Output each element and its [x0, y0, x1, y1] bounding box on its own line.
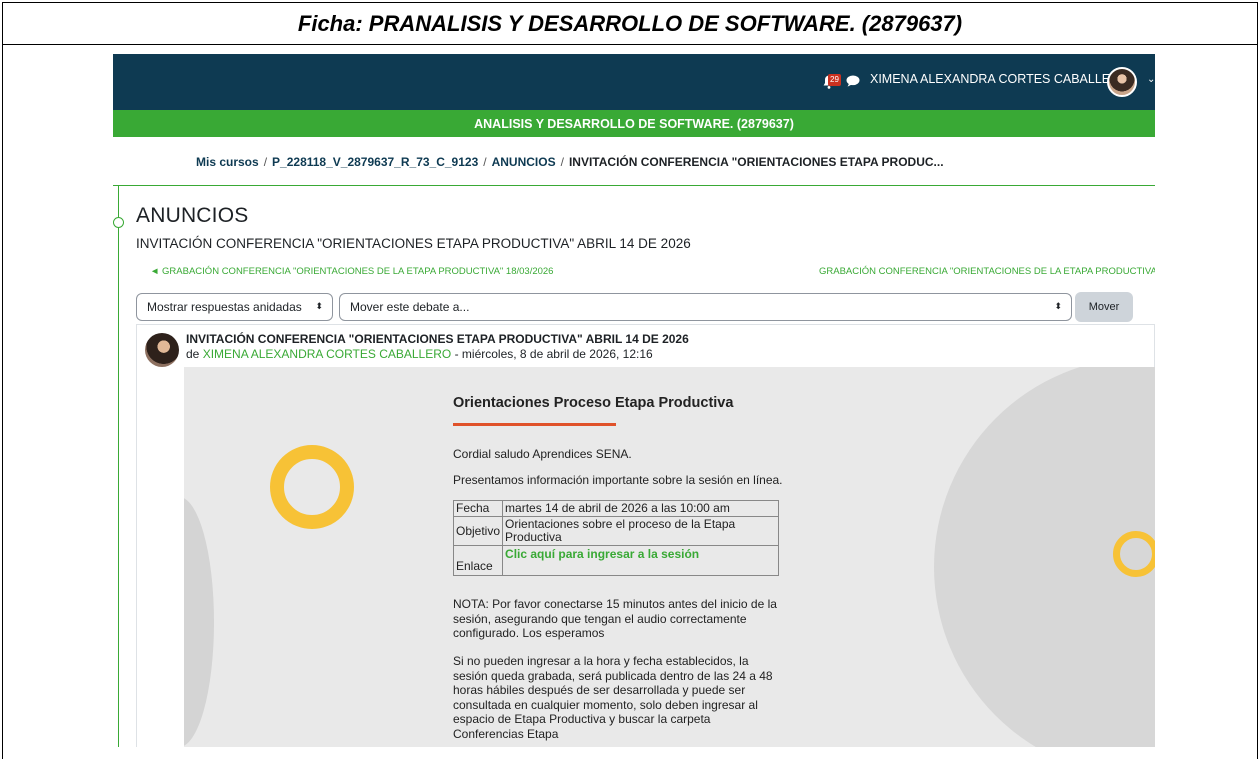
post-date: - miércoles, 8 de abril de 2026, 12:16: [454, 347, 653, 361]
breadcrumb-item-anuncios[interactable]: ANUNCIOS: [492, 155, 556, 169]
post-byline: de XIMENA ALEXANDRA CORTES CABALLERO - m…: [186, 347, 653, 361]
flyer-intro: Presentamos información importante sobre…: [453, 473, 783, 487]
table-row: Objetivo Orientaciones sobre el proceso …: [452, 516, 779, 546]
user-avatar[interactable]: [1107, 67, 1137, 97]
post-title: INVITACIÓN CONFERENCIA "ORIENTACIONES ET…: [186, 332, 689, 346]
decorative-ring: [270, 445, 354, 529]
content-divider: [113, 185, 1155, 186]
flyer-greeting: Cordial saludo Aprendices SENA.: [453, 447, 632, 461]
move-discussion-placeholder: Mover este debate a...: [350, 300, 470, 314]
session-join-link[interactable]: Clic aquí para ingresar a la sesión: [505, 547, 699, 561]
course-title[interactable]: ANALISIS Y DESARROLLO DE SOFTWARE. (2879…: [474, 117, 794, 131]
user-menu-chevron-down-icon[interactable]: ⌄: [1147, 74, 1155, 85]
objetivo-value: Orientaciones sobre el proceso de la Eta…: [502, 516, 779, 546]
table-row: Fecha martes 14 de abril de 2026 a las 1…: [452, 500, 779, 517]
user-menu-name[interactable]: XIMENA ALEXANDRA CORTES CABALLERO: [870, 72, 1129, 86]
display-mode-select[interactable]: Mostrar respuestas anidadas ⬍: [136, 293, 333, 321]
author-avatar[interactable]: [145, 333, 179, 367]
breadcrumb-item-mis-cursos[interactable]: Mis cursos: [196, 155, 259, 169]
breadcrumb-separator: /: [560, 155, 564, 169]
move-button[interactable]: Mover: [1075, 292, 1133, 322]
breadcrumb-separator: /: [263, 155, 268, 169]
flyer-recording-note: Si no pueden ingresar a la hora y fecha …: [453, 654, 773, 741]
fecha-label: Fecha: [452, 500, 504, 517]
decorative-circle: [184, 497, 214, 747]
objetivo-label: Objetivo: [452, 516, 504, 546]
previous-discussion-link[interactable]: ◄ GRABACIÓN CONFERENCIA "ORIENTACIONES D…: [150, 266, 553, 277]
lms-screenshot: 29 XIMENA ALEXANDRA CORTES CABALLERO ⌄ A…: [113, 54, 1155, 747]
content-timeline-line: [118, 185, 119, 747]
breadcrumb-item-current: INVITACIÓN CONFERENCIA "ORIENTACIONES ET…: [568, 155, 944, 169]
top-navbar: 29 XIMENA ALEXANDRA CORTES CABALLERO ⌄: [113, 54, 1155, 110]
post-author-link[interactable]: XIMENA ALEXANDRA CORTES CABALLERO: [203, 347, 452, 361]
next-discussion-link[interactable]: GRABACIÓN CONFERENCIA "ORIENTACIONES DE …: [819, 266, 1155, 277]
flyer-note: NOTA: Por favor conectarse 15 minutos an…: [453, 597, 777, 640]
content-timeline-dot: [113, 217, 124, 228]
select-arrows-icon: ⬍: [315, 301, 323, 311]
breadcrumb-separator: /: [483, 155, 487, 169]
fecha-value: martes 14 de abril de 2026 a las 10:00 a…: [502, 500, 779, 517]
enlace-cell: Clic aquí para ingresar a la sesión: [502, 545, 779, 576]
course-title-bar: ANALISIS Y DESARROLLO DE SOFTWARE. (2879…: [113, 110, 1155, 137]
flyer-accent-rule: [453, 423, 616, 426]
select-arrows-icon: ⬍: [1054, 301, 1062, 311]
discussion-title: INVITACIÓN CONFERENCIA "ORIENTACIONES ET…: [136, 236, 691, 251]
notification-count-badge: 29: [828, 74, 841, 86]
document-title-cell: Ficha: PRANALISIS Y DESARROLLO DE SOFTWA…: [3, 3, 1257, 45]
document-title: Ficha: PRANALISIS Y DESARROLLO DE SOFTWA…: [297, 10, 963, 36]
table-row: Enlace Clic aquí para ingresar a la sesi…: [452, 545, 779, 576]
forum-post: INVITACIÓN CONFERENCIA "ORIENTACIONES ET…: [136, 324, 1155, 747]
decorative-ring: [1113, 531, 1155, 577]
post-by-prefix: de: [186, 347, 200, 361]
move-discussion-select[interactable]: Mover este debate a... ⬍: [339, 293, 1072, 321]
session-info-table: Fecha martes 14 de abril de 2026 a las 1…: [452, 500, 779, 576]
page-title: ANUNCIOS: [136, 204, 249, 227]
display-mode-value: Mostrar respuestas anidadas: [147, 300, 302, 314]
breadcrumb: Mis cursos / P_228118_V_2879637_R_73_C_912…: [196, 155, 944, 169]
enlace-label: Enlace: [452, 545, 504, 576]
announcement-flyer-image: Orientaciones Proceso Etapa Productiva C…: [184, 367, 1155, 747]
flyer-heading: Orientaciones Proceso Etapa Productiva: [453, 395, 734, 411]
chat-icon[interactable]: [846, 75, 860, 87]
breadcrumb-item-course[interactable]: P_228118_V_2879637_R_73_C_9123: [272, 155, 478, 169]
